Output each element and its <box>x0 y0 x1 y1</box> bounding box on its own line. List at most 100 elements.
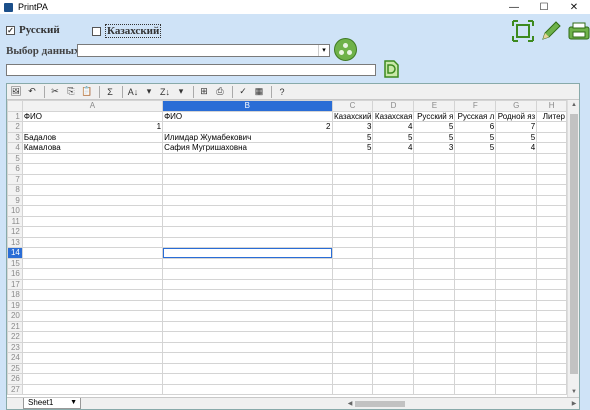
cell[interactable]: 6 <box>454 121 497 133</box>
cell[interactable] <box>331 310 374 322</box>
cell[interactable] <box>536 310 567 322</box>
cell[interactable] <box>454 383 497 395</box>
cell[interactable] <box>413 289 456 301</box>
cell[interactable] <box>454 373 497 385</box>
chevron-down-icon[interactable]: ▼ <box>70 398 77 408</box>
cell[interactable] <box>21 362 164 374</box>
cell[interactable] <box>536 268 567 280</box>
sort-desc-icon[interactable]: Z↓ <box>158 85 172 98</box>
cell[interactable] <box>331 194 374 206</box>
cell[interactable] <box>536 373 567 385</box>
cell[interactable] <box>495 184 538 196</box>
cell[interactable] <box>413 173 456 185</box>
cell[interactable]: Илимдар Жумабекович <box>162 131 333 143</box>
cell[interactable] <box>413 278 456 290</box>
cell[interactable] <box>21 257 164 269</box>
load-data-button[interactable] <box>334 38 357 61</box>
cell[interactable] <box>495 194 538 206</box>
cell[interactable] <box>454 257 497 269</box>
cell[interactable] <box>413 205 456 217</box>
cell[interactable] <box>413 331 456 343</box>
filter-icon[interactable]: ⊞ <box>197 85 211 98</box>
cell[interactable] <box>536 163 567 175</box>
cell[interactable] <box>331 236 374 248</box>
cell[interactable] <box>21 320 164 332</box>
undo-icon[interactable]: ↶ <box>25 85 39 98</box>
row-header[interactable]: 7 <box>7 173 23 185</box>
cell[interactable] <box>21 383 164 395</box>
row-header[interactable]: 20 <box>7 310 23 322</box>
cell[interactable] <box>331 173 374 185</box>
cell[interactable] <box>162 163 333 175</box>
cell[interactable] <box>162 352 333 364</box>
cell[interactable] <box>454 184 497 196</box>
cell[interactable] <box>372 341 415 353</box>
cell[interactable] <box>495 215 538 227</box>
cell[interactable] <box>372 299 415 311</box>
cell[interactable] <box>162 331 333 343</box>
cell[interactable]: Русская л <box>454 110 497 122</box>
cell[interactable] <box>536 131 567 143</box>
row-header[interactable]: 4 <box>7 142 23 154</box>
cell[interactable] <box>372 289 415 301</box>
path-input[interactable] <box>6 64 376 76</box>
cell[interactable] <box>331 362 374 374</box>
cell[interactable] <box>536 289 567 301</box>
cell[interactable] <box>536 142 567 154</box>
row-header[interactable]: 19 <box>7 299 23 311</box>
cell[interactable]: 5 <box>331 142 374 154</box>
cell[interactable] <box>536 247 567 259</box>
cell[interactable] <box>495 320 538 332</box>
row-header[interactable]: 13 <box>7 236 23 248</box>
cell[interactable] <box>454 268 497 280</box>
cell[interactable] <box>331 163 374 175</box>
column-header[interactable]: E <box>413 100 456 112</box>
cell[interactable] <box>413 236 456 248</box>
cell[interactable] <box>536 257 567 269</box>
cell[interactable] <box>536 173 567 185</box>
cell[interactable]: 5 <box>372 131 415 143</box>
cell[interactable] <box>331 278 374 290</box>
cell[interactable] <box>162 205 333 217</box>
cell[interactable] <box>162 215 333 227</box>
cell[interactable] <box>372 373 415 385</box>
cell[interactable] <box>413 310 456 322</box>
cell[interactable] <box>495 163 538 175</box>
data-select-dropdown[interactable]: ▾ <box>77 44 330 57</box>
row-header[interactable]: 23 <box>7 341 23 353</box>
document-icon[interactable] <box>383 60 400 78</box>
pencil-icon[interactable] <box>540 20 562 42</box>
row-header[interactable]: 3 <box>7 131 23 143</box>
cell[interactable]: 3 <box>331 121 374 133</box>
row-header[interactable]: 22 <box>7 331 23 343</box>
vertical-scroll-thumb[interactable] <box>570 114 578 374</box>
kazakh-checkbox-box[interactable] <box>92 26 101 36</box>
cell[interactable] <box>454 173 497 185</box>
vertical-scrollbar[interactable]: ▲ ▼ <box>567 100 579 397</box>
cell[interactable] <box>454 299 497 311</box>
row-header[interactable]: 10 <box>7 205 23 217</box>
scroll-left-icon[interactable]: ◀ <box>345 399 355 409</box>
cell[interactable] <box>372 331 415 343</box>
row-header[interactable]: 12 <box>7 226 23 238</box>
cell[interactable] <box>21 331 164 343</box>
cell[interactable] <box>454 352 497 364</box>
cell[interactable] <box>372 226 415 238</box>
cell[interactable] <box>413 362 456 374</box>
close-button[interactable]: ✕ <box>560 0 588 14</box>
cell[interactable] <box>536 320 567 332</box>
cell[interactable] <box>536 362 567 374</box>
cell[interactable] <box>495 226 538 238</box>
cell[interactable] <box>372 383 415 395</box>
row-header[interactable]: 6 <box>7 163 23 175</box>
cell[interactable] <box>162 310 333 322</box>
cell[interactable] <box>536 121 567 133</box>
cell[interactable] <box>162 152 333 164</box>
cell[interactable]: 7 <box>495 121 538 133</box>
cell[interactable] <box>495 341 538 353</box>
cell[interactable] <box>21 341 164 353</box>
validate-icon[interactable]: ✓ <box>236 85 250 98</box>
cell[interactable] <box>536 383 567 395</box>
cell[interactable] <box>21 236 164 248</box>
cell[interactable]: 4 <box>372 142 415 154</box>
